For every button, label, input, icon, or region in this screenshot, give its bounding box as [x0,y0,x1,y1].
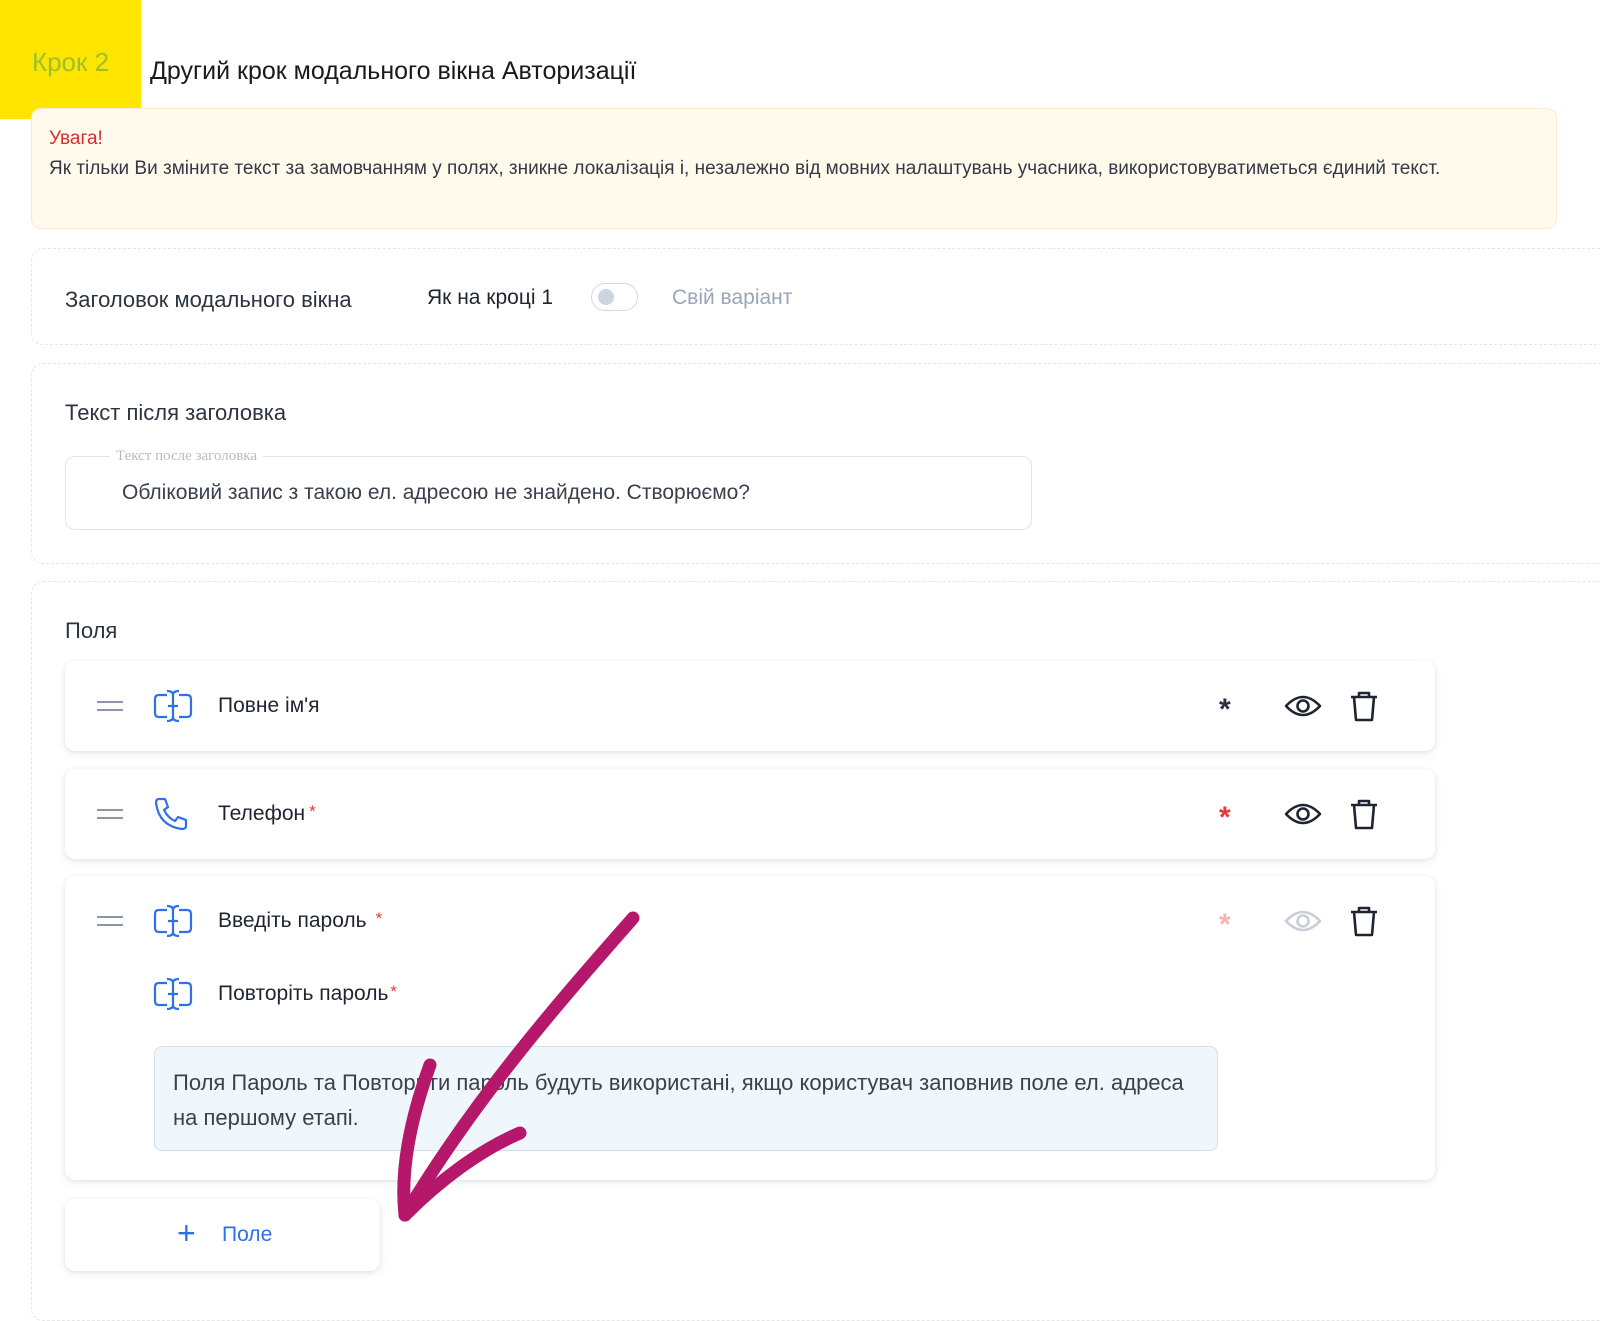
required-toggle-icon: * [1219,908,1231,941]
step-badge-label: Крок 2 [31,47,110,77]
phone-icon [154,797,188,830]
step-badge: Крок 2 [0,0,141,119]
text-input-icon [153,904,193,938]
modal-title-toggle[interactable] [591,283,638,311]
visibility-eye-icon[interactable] [1284,800,1322,828]
toggle-option-same-as-step1[interactable]: Як на кроці 1 [427,286,553,310]
field-label: Телефон * [218,802,316,825]
drag-handle-icon[interactable] [97,916,123,926]
toggle-option-custom[interactable]: Свій варіант [672,286,792,310]
add-field-button[interactable]: + Поле [65,1199,380,1271]
text-after-title-section: Текст після заголовка Текст после заголо… [31,363,1600,564]
modal-title-section: Заголовок модального вікна Як на кроці 1… [31,248,1600,345]
field-label: Введіть пароль * [218,909,383,932]
text-input-icon [153,977,193,1011]
trash-icon[interactable] [1349,798,1379,830]
password-info-note: Поля Пароль та Повторити пароль будуть в… [154,1046,1218,1151]
required-toggle-icon[interactable]: * [1219,695,1231,725]
required-toggle-icon[interactable]: * [1219,803,1231,833]
fields-label: Поля [65,618,118,643]
add-field-label: Поле [222,1223,273,1246]
page-title: Другий крок модального вікна Авторизації [150,57,637,85]
plus-icon: + [177,1215,196,1251]
text-input-icon [153,689,193,723]
visibility-eye-icon [1284,910,1322,932]
trash-icon[interactable] [1349,905,1379,937]
warning-banner: Увага! Як тільки Ви зміните текст за зам… [31,108,1557,229]
warning-text: Як тільки Ви зміните текст за замовчання… [49,158,1441,179]
trash-icon[interactable] [1349,690,1379,722]
text-after-title-value: Обліковий запис з такою ел. адресою не з… [122,481,750,504]
text-after-title-label: Текст після заголовка [65,400,287,425]
text-after-title-input[interactable]: Текст после заголовка Обліковий запис з … [65,448,1032,530]
visibility-eye-icon[interactable] [1284,692,1322,720]
fields-section: Поля Повне ім'я * Телефон * * Введіть па… [31,581,1600,1321]
text-after-title-legend: Текст после заголовка [110,448,264,465]
drag-handle-icon[interactable] [97,701,123,711]
field-label: Повторіть пароль * [218,982,398,1005]
toggle-knob [598,289,614,305]
field-label: Повне ім'я [218,694,320,717]
field-row-password: Введіть пароль * * Повторіть пароль * Поля… [65,876,1435,1180]
modal-title-label: Заголовок модального вікна [65,287,352,312]
field-row-phone: Телефон * * [65,769,1435,859]
field-row-full-name: Повне ім'я * [65,661,1435,751]
warning-title: Увага! [49,128,103,149]
drag-handle-icon[interactable] [97,809,123,819]
